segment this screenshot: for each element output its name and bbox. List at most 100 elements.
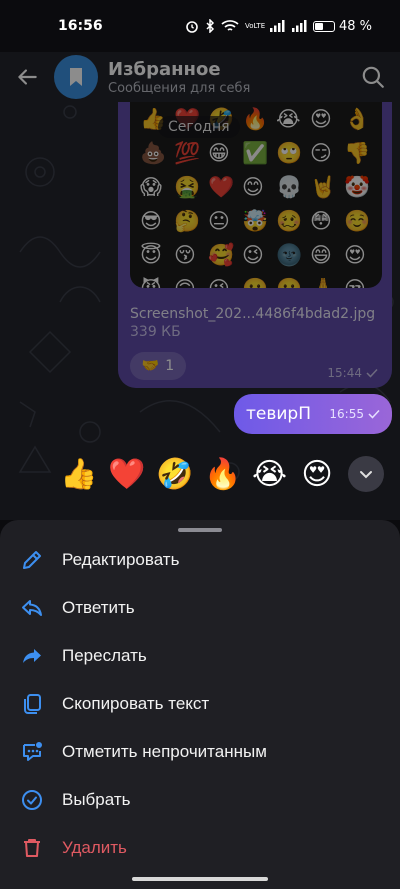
context-menu-sheet: Редактировать Ответить Переслать Скопиро… <box>0 520 400 889</box>
reaction-rofl[interactable]: 🤣 <box>156 457 193 492</box>
select-check-icon <box>22 790 42 810</box>
preview-emoji: 😍 <box>344 243 366 267</box>
preview-emoji: 😏 <box>310 141 332 165</box>
check-icon <box>366 368 378 378</box>
search-icon[interactable] <box>360 64 386 90</box>
check-icon <box>368 409 380 419</box>
signal-icon <box>269 20 285 32</box>
chat-header: Избранное Сообщения для себя <box>0 52 400 102</box>
date-pill: Сегодня <box>158 116 240 138</box>
volte-label: VoLTE <box>244 21 266 30</box>
copy-icon <box>24 694 41 714</box>
file-size: 339 КБ <box>130 324 181 340</box>
menu-label: Редактировать <box>62 550 180 569</box>
reply-icon <box>22 600 42 616</box>
chevron-down-icon <box>360 471 372 479</box>
avatar[interactable] <box>54 55 98 99</box>
preview-emoji: ☺️ <box>344 209 371 233</box>
forward-icon <box>23 649 41 663</box>
preview-emoji: 😎 <box>140 209 162 233</box>
preview-emoji: 🌚 <box>276 243 303 267</box>
header-text[interactable]: Избранное Сообщения для себя <box>108 59 250 96</box>
preview-emoji: 😚 <box>174 243 196 267</box>
preview-emoji: 🥰 <box>208 243 235 267</box>
preview-emoji: 💩 <box>140 141 167 165</box>
file-name: Screenshot_202...4486f4bdad2.jpg <box>130 306 376 322</box>
message-time-text: 15:44 <box>327 366 362 380</box>
preview-emoji: 🤮 <box>174 175 201 199</box>
more-reactions-button[interactable] <box>348 456 384 492</box>
preview-emoji: 🙏 <box>310 276 342 288</box>
reaction-chip[interactable]: 🤝 1 <box>130 352 186 380</box>
alarm-icon <box>186 21 198 33</box>
sheet-drag-handle[interactable] <box>178 528 222 532</box>
message-text: тевирП <box>246 404 312 424</box>
preview-emoji: 👎 <box>344 141 371 165</box>
message-time-text: 16:55 <box>329 407 364 421</box>
preview-emoji: 💀 <box>276 175 303 199</box>
status-bar: 16:56 VoLTE 48 % <box>0 0 400 52</box>
menu-label: Отметить непрочитанным <box>62 742 267 761</box>
mark-unread-icon <box>23 742 42 761</box>
preview-emoji: 😇 <box>140 243 162 267</box>
preview-emoji: ❤️ <box>208 175 235 199</box>
reaction-chip-count: 1 <box>165 358 175 374</box>
trash-icon <box>24 839 40 857</box>
menu-item-reply[interactable]: Ответить <box>0 584 400 632</box>
menu-item-mark-unread[interactable]: Отметить непрочитанным <box>0 728 400 776</box>
pencil-icon <box>23 551 41 569</box>
battery-icon <box>312 20 335 32</box>
preview-emoji: 😘 <box>208 276 240 288</box>
reaction-fire[interactable]: 🔥 <box>204 457 241 492</box>
reaction-picker: 👍 ❤️ 🤣 🔥 😭 😍 <box>60 452 390 496</box>
reaction-crying[interactable]: 😭 <box>252 457 287 492</box>
image-message-bubble[interactable]: 👍❤️🤣🔥😭😍👌💩💯😁✅🙄😏👎😱🤮❤️😊💀🤘🤡😎🤔😐🤯🥴😳☺️😇😚🥰😉🌚😄😍😈🙃… <box>118 102 392 388</box>
preview-emoji: 🙂 <box>242 276 274 288</box>
selected-text-message[interactable]: тевирП 16:55 <box>234 394 392 434</box>
menu-label: Удалить <box>62 838 127 857</box>
preview-emoji: 😊 <box>242 175 264 199</box>
home-indicator[interactable] <box>132 877 268 881</box>
preview-emoji: 😈 <box>140 276 172 288</box>
menu-item-delete[interactable]: Удалить <box>0 824 400 872</box>
status-time: 16:56 <box>58 18 103 34</box>
preview-emoji: 😉 <box>242 243 264 267</box>
chat-title: Избранное <box>108 58 221 80</box>
preview-emoji: 🙃 <box>174 276 206 288</box>
battery-percent: 48 % <box>338 18 372 34</box>
preview-emoji: 😬 <box>276 276 308 288</box>
message-time: 15:44 <box>327 366 378 380</box>
menu-label: Выбрать <box>62 790 131 809</box>
preview-emoji: 😱 <box>140 175 162 199</box>
preview-emoji: 🤘 <box>310 175 337 199</box>
chat-subtitle: Сообщения для себя <box>108 80 251 96</box>
battery: 48 % <box>312 18 372 34</box>
menu-item-select[interactable]: Выбрать <box>0 776 400 824</box>
preview-emoji: 😐 <box>208 209 230 233</box>
bluetooth-icon <box>206 19 215 33</box>
preview-emoji: 🤯 <box>242 209 269 233</box>
preview-emoji: 😭 <box>276 107 301 131</box>
menu-item-copy[interactable]: Скопировать текст <box>0 680 400 728</box>
preview-emoji: 😄 <box>310 243 332 267</box>
menu-label: Скопировать текст <box>62 694 210 713</box>
back-arrow-icon[interactable] <box>14 64 40 90</box>
preview-emoji: 🙄 <box>276 141 303 165</box>
wifi-icon <box>221 20 239 31</box>
reaction-thumbs-up[interactable]: 👍 <box>60 457 97 492</box>
menu-item-edit[interactable]: Редактировать <box>0 536 400 584</box>
reaction-heart[interactable]: ❤️ <box>108 457 145 492</box>
preview-emoji: 💯 <box>174 141 201 165</box>
preview-emoji: 😍 <box>310 107 332 131</box>
message-time: 16:55 <box>329 407 380 421</box>
reaction-chip-emoji: 🤝 <box>141 358 160 374</box>
menu-label: Ответить <box>62 598 135 617</box>
preview-emoji: 🤔 <box>174 209 201 233</box>
reaction-heart-eyes[interactable]: 😍 <box>300 457 334 492</box>
menu-item-forward[interactable]: Переслать <box>0 632 400 680</box>
bookmark-icon <box>70 68 82 86</box>
preview-emoji: 😁 <box>208 141 230 165</box>
preview-emoji: 🥴 <box>276 209 303 233</box>
status-icons: VoLTE 48 % <box>185 19 372 34</box>
context-menu: Редактировать Ответить Переслать Скопиро… <box>0 536 400 872</box>
